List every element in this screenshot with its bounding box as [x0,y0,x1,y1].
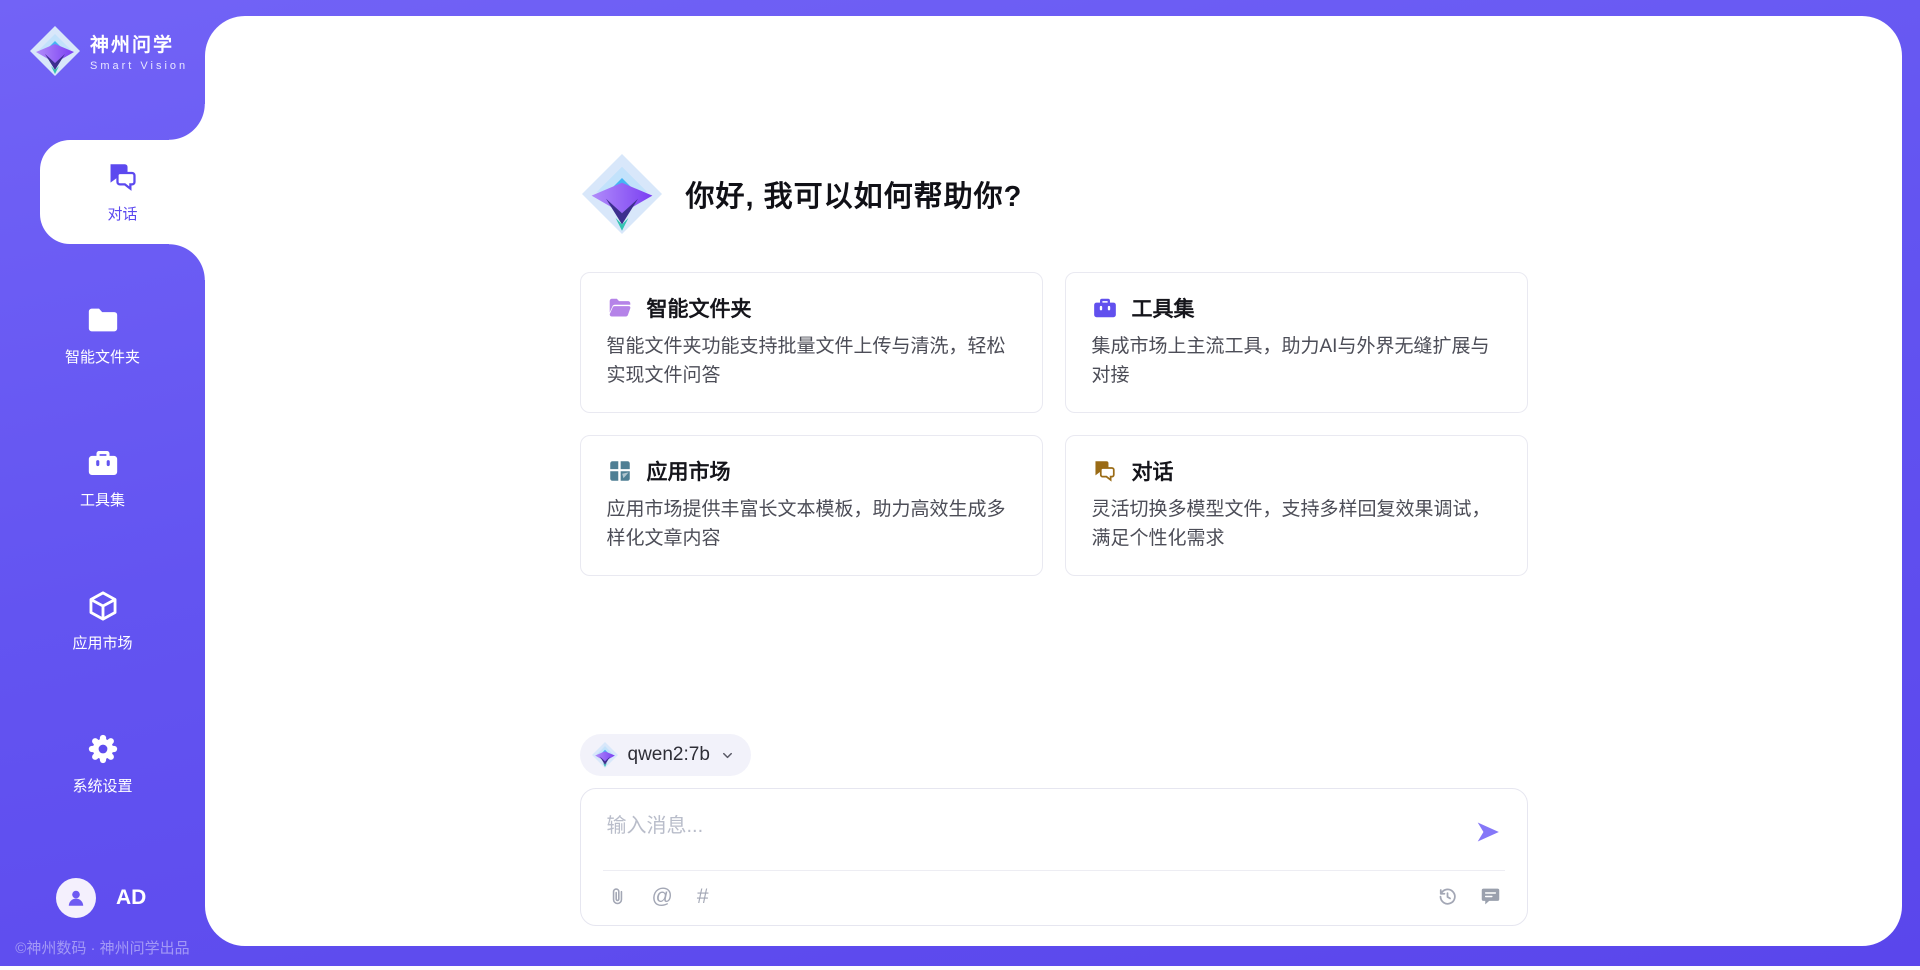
brand-name: 神州问学 [90,30,188,57]
sidebar-nav: 对话 智能文件夹 工具集 应用市场 [0,140,205,855]
comment-icon [1480,886,1501,907]
sidebar-item-toolset[interactable]: 工具集 [0,426,205,530]
composer-toolbar: @ # [581,871,1527,925]
card-description: 灵活切换多模型文件，支持多样回复效果调试，满足个性化需求 [1092,496,1501,553]
model-name: qwen2:7b [628,744,710,766]
card-toolset[interactable]: 工具集 集成市场上主流工具，助力AI与外界无缝扩展与对接 [1065,272,1528,413]
sidebar-item-smart-folder[interactable]: 智能文件夹 [0,283,205,387]
feedback-button[interactable] [1480,886,1501,907]
chat-bubble-icon [1092,458,1118,484]
card-smart-folder[interactable]: 智能文件夹 智能文件夹功能支持批量文件上传与清洗，轻松实现文件问答 [580,272,1043,413]
sidebar-item-label: 应用市场 [72,632,132,653]
topic-button[interactable]: # [697,886,709,907]
toolbox-icon [86,446,120,480]
card-title: 对话 [1132,456,1174,486]
tab-curve-bottom [169,244,205,280]
avatar [56,878,96,918]
tab-curve-top [169,104,205,140]
user-account[interactable]: AD [56,878,146,918]
attach-file-button[interactable] [607,886,628,907]
mention-button[interactable]: @ [652,886,673,907]
paperclip-icon [607,886,628,907]
feature-cards: 智能文件夹 智能文件夹功能支持批量文件上传与清洗，轻松实现文件问答 工具集 集成… [580,272,1528,576]
sidebar-item-app-market[interactable]: 应用市场 [0,569,205,673]
send-button[interactable] [1475,819,1501,845]
gear-icon [86,732,120,766]
grid-icon [607,458,633,484]
sidebar-item-chat[interactable]: 对话 [40,140,205,244]
card-title: 智能文件夹 [647,293,752,323]
message-input[interactable]: 输入消息... [607,809,1475,838]
sidebar-item-label: 智能文件夹 [65,346,140,367]
card-title: 工具集 [1132,293,1195,323]
card-description: 集成市场上主流工具，助力AI与外界无缝扩展与对接 [1092,333,1501,390]
card-description: 应用市场提供丰富长文本模板，助力高效生成多样化文章内容 [607,496,1016,553]
chevron-down-icon [720,748,735,763]
greeting: 你好, 我可以如何帮助你? [580,154,1528,234]
user-name: AD [116,886,146,910]
card-app-market[interactable]: 应用市场 应用市场提供丰富长文本模板，助力高效生成多样化文章内容 [580,435,1043,576]
diamond-logo-icon [582,154,662,234]
folder-open-icon [607,295,633,321]
folder-icon [86,303,120,337]
diamond-logo-icon [592,742,618,768]
sidebar: 神州问学 Smart Vision 对话 智能文件夹 [0,0,205,970]
diamond-logo-icon [30,26,80,76]
model-selector[interactable]: qwen2:7b [580,734,751,776]
send-icon [1475,819,1501,845]
history-button[interactable] [1437,886,1458,907]
greeting-text: 你好, 我可以如何帮助你? [686,173,1023,215]
chat-icon [106,160,140,194]
card-title: 应用市场 [647,456,731,486]
main-panel: 你好, 我可以如何帮助你? 智能文件夹 智能文件夹功能支持批量文件上传与清洗，轻… [205,16,1902,946]
card-description: 智能文件夹功能支持批量文件上传与清洗，轻松实现文件问答 [607,333,1016,390]
brand-logo: 神州问学 Smart Vision [30,26,188,76]
cube-icon [86,589,120,623]
history-icon [1437,886,1458,907]
sidebar-item-label: 对话 [107,203,137,224]
message-input-card: 输入消息... @ [580,788,1528,926]
copyright-text: ©神州数码 · 神州问学出品 [0,937,205,958]
sidebar-item-label: 系统设置 [72,775,132,796]
composer: qwen2:7b 输入消息... [580,734,1528,926]
briefcase-icon [1092,295,1118,321]
brand-subtitle: Smart Vision [90,60,188,72]
page-bottom-strip [0,966,1920,970]
card-chat[interactable]: 对话 灵活切换多模型文件，支持多样回复效果调试，满足个性化需求 [1065,435,1528,576]
sidebar-item-label: 工具集 [80,489,125,510]
sidebar-item-settings[interactable]: 系统设置 [0,712,205,816]
user-avatar-icon [64,886,88,910]
